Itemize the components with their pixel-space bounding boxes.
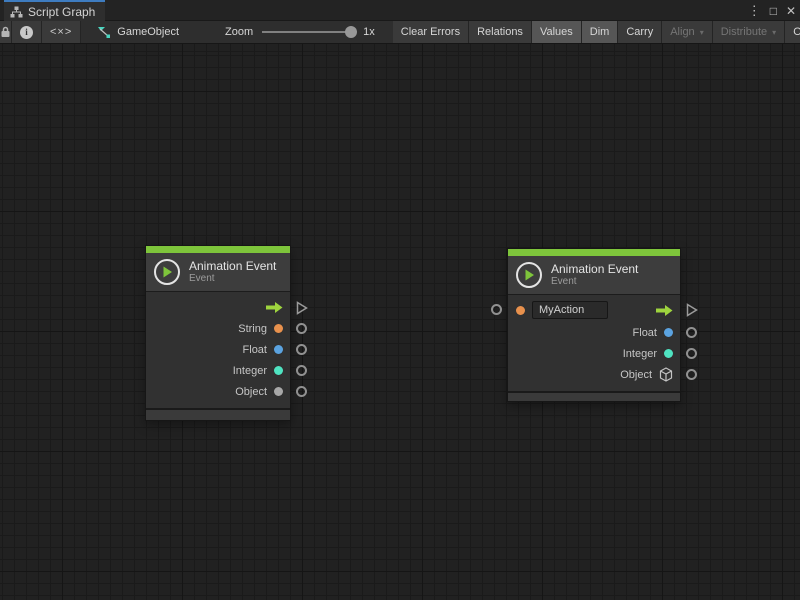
node-header[interactable]: Animation Event Event: [146, 253, 290, 291]
float-type-dot: [274, 345, 283, 354]
dim-toggle[interactable]: Dim: [582, 21, 619, 43]
name-input-row: [508, 298, 680, 322]
object-output-port[interactable]: [686, 369, 697, 380]
integer-type-dot: [274, 366, 283, 375]
info-icon: i: [20, 26, 33, 39]
float-output-port[interactable]: [296, 344, 307, 355]
integer-output-port[interactable]: [296, 365, 307, 376]
port-row-integer: Integer: [146, 360, 290, 381]
port-row-integer: Integer: [508, 343, 680, 364]
node-animation-event-1[interactable]: Animation Event Event String: [145, 245, 291, 421]
carry-toggle[interactable]: Carry: [618, 21, 662, 43]
relations-button[interactable]: Relations: [469, 21, 532, 43]
code-preview-button[interactable]: <×>: [42, 21, 81, 43]
values-toggle[interactable]: Values: [532, 21, 582, 43]
node-footer: [146, 408, 290, 420]
overview-button[interactable]: Overv: [785, 21, 800, 43]
port-label: Float: [243, 344, 267, 356]
gameobject-icon: [97, 26, 111, 39]
window-controls: ⋮ □ ✕: [748, 0, 796, 21]
node-body: String Float Integer Object: [146, 291, 290, 408]
node-title: Animation Event: [551, 262, 638, 276]
distribute-dropdown[interactable]: Distribute ▾: [713, 21, 785, 43]
node-body: Float Integer Object: [508, 294, 680, 391]
exec-flow-arrow-icon: [266, 301, 283, 314]
exec-output-port[interactable]: [296, 301, 308, 315]
overview-label: Overv: [793, 26, 800, 38]
event-play-icon: [516, 262, 542, 288]
clear-errors-label: Clear Errors: [401, 26, 460, 38]
zoom-slider-handle[interactable]: [345, 26, 357, 38]
exec-output-row: [146, 297, 290, 318]
graph-canvas[interactable]: Animation Event Event String: [0, 44, 800, 600]
port-row-float: Float: [146, 339, 290, 360]
dim-label: Dim: [590, 26, 610, 38]
port-label: Integer: [623, 348, 657, 360]
node-title: Animation Event: [189, 259, 276, 273]
event-play-icon: [154, 259, 180, 285]
string-output-port[interactable]: [296, 323, 307, 334]
port-label: Object: [620, 369, 652, 381]
close-icon[interactable]: ✕: [786, 4, 796, 18]
align-label: Align: [670, 26, 694, 38]
exec-flow-arrow-icon: [656, 304, 673, 317]
chevron-down-icon: ▾: [772, 28, 776, 37]
tab-title: Script Graph: [28, 5, 95, 19]
script-graph-window: Script Graph ⋮ □ ✕ i <×> GameOb: [0, 0, 800, 600]
object-type-dot: [274, 387, 283, 396]
maximize-icon[interactable]: □: [770, 4, 777, 18]
graph-icon: [10, 6, 23, 18]
port-label: Float: [633, 327, 657, 339]
port-row-float: Float: [508, 322, 680, 343]
window-menu-icon[interactable]: ⋮: [748, 3, 761, 19]
node-color-bar: [508, 249, 680, 256]
code-icon: <×>: [50, 26, 72, 38]
node-animation-event-2[interactable]: Animation Event Event Float: [507, 248, 681, 402]
integer-type-dot: [664, 349, 673, 358]
relations-label: Relations: [477, 26, 523, 38]
event-name-field[interactable]: [532, 301, 608, 319]
zoom-value: 1x: [363, 26, 375, 38]
exec-output-port[interactable]: [686, 303, 698, 317]
carry-label: Carry: [626, 26, 653, 38]
port-row-object: Object: [146, 381, 290, 402]
zoom-control: Zoom 1x: [215, 21, 385, 43]
graph-target[interactable]: GameObject: [89, 21, 187, 43]
graph-toolbar: i <×> GameObject Zoom 1x Clear Errors Re…: [0, 21, 800, 44]
clear-errors-button[interactable]: Clear Errors: [393, 21, 469, 43]
align-dropdown[interactable]: Align ▾: [662, 21, 712, 43]
integer-output-port[interactable]: [686, 348, 697, 359]
tab-script-graph[interactable]: Script Graph: [4, 0, 105, 21]
node-subtitle: Event: [551, 276, 638, 288]
port-label: Object: [235, 386, 267, 398]
zoom-slider[interactable]: [262, 31, 354, 33]
zoom-label: Zoom: [225, 26, 253, 38]
tab-strip: Script Graph ⋮ □ ✕: [0, 0, 800, 21]
port-row-string: String: [146, 318, 290, 339]
cube-icon: [659, 367, 673, 382]
float-type-dot: [664, 328, 673, 337]
distribute-label: Distribute: [721, 26, 767, 38]
node-subtitle: Event: [189, 273, 276, 285]
string-type-dot: [516, 306, 525, 315]
info-button[interactable]: i: [12, 21, 42, 43]
chevron-down-icon: ▾: [700, 28, 704, 37]
lock-button[interactable]: [0, 21, 12, 43]
values-label: Values: [540, 26, 573, 38]
port-row-object: Object: [508, 364, 680, 385]
node-footer: [508, 391, 680, 401]
float-output-port[interactable]: [686, 327, 697, 338]
graph-target-label: GameObject: [117, 26, 179, 38]
string-type-dot: [274, 324, 283, 333]
lock-icon: [0, 26, 11, 38]
node-color-bar: [146, 246, 290, 253]
port-label: String: [238, 323, 267, 335]
node-header[interactable]: Animation Event Event: [508, 256, 680, 294]
object-output-port[interactable]: [296, 386, 307, 397]
name-input-port[interactable]: [491, 304, 502, 315]
port-label: Integer: [233, 365, 267, 377]
